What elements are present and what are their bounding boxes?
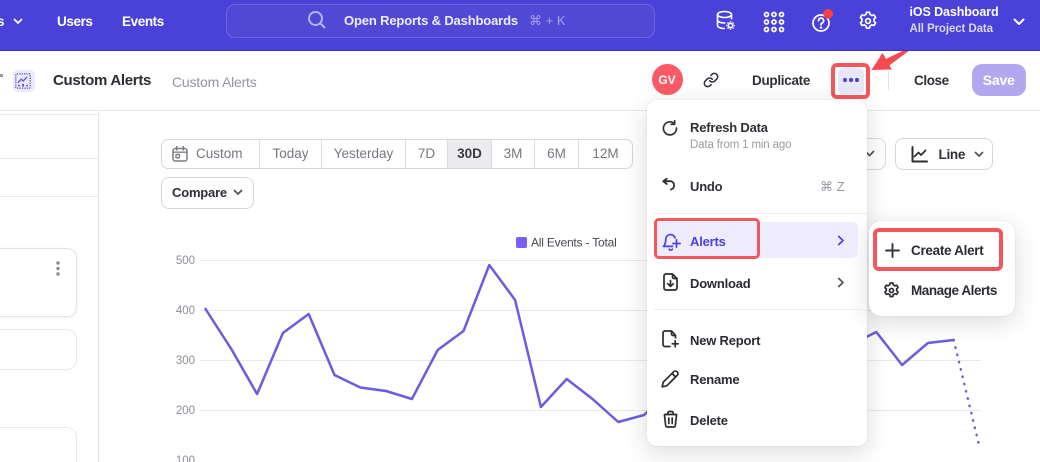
svg-text:400: 400: [176, 305, 195, 317]
svg-text:All Events - Total: All Events - Total: [531, 236, 617, 250]
svg-text:100: 100: [176, 455, 195, 462]
svg-text:500: 500: [176, 255, 195, 267]
svg-text:200: 200: [176, 405, 195, 417]
svg-text:300: 300: [176, 355, 195, 367]
